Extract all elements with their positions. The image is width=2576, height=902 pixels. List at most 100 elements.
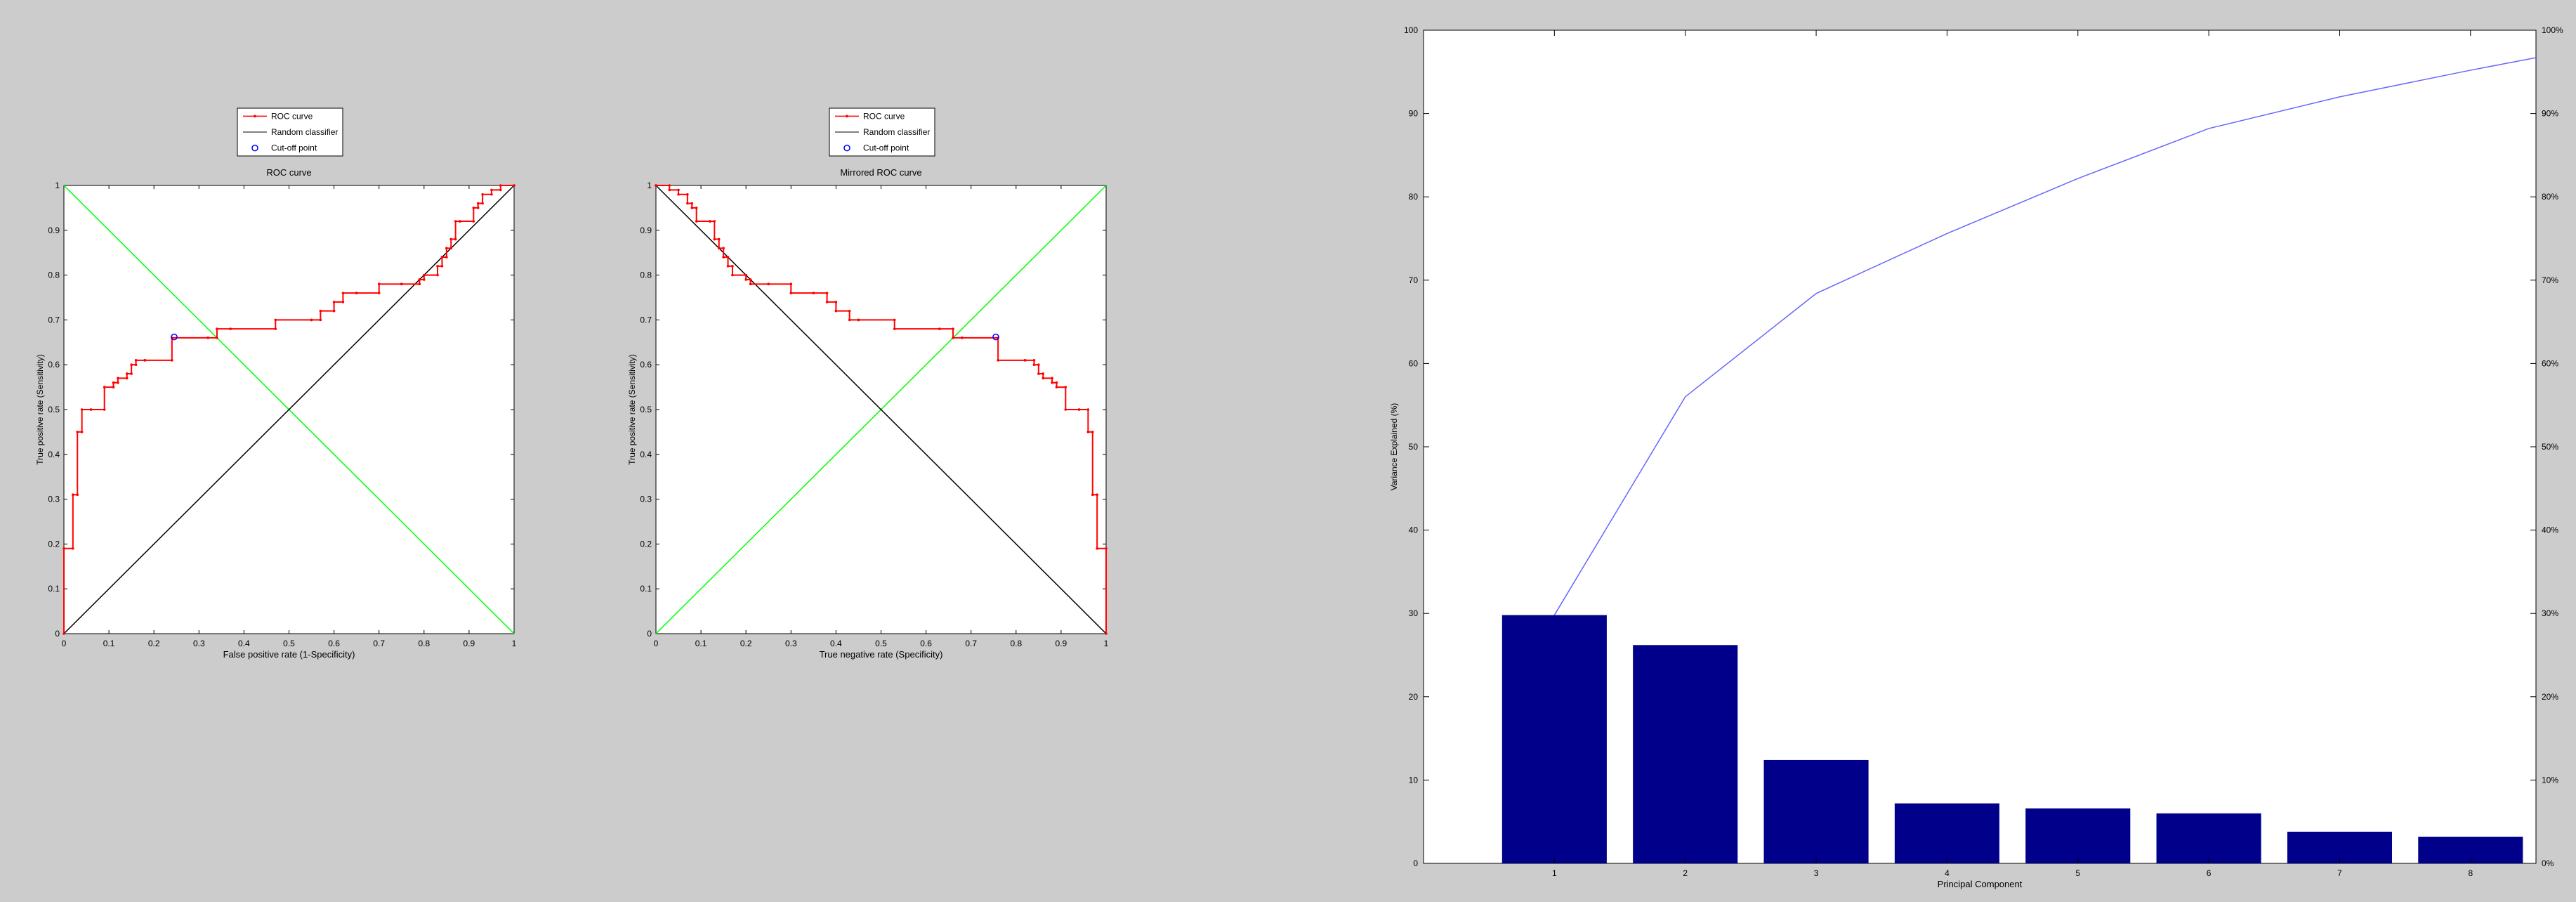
roc-curve-point — [418, 282, 421, 286]
roc-curve-point — [449, 247, 453, 250]
roc-curve-point — [961, 336, 964, 339]
y-tick-label-right: 50% — [2542, 442, 2558, 452]
roc-curve-point — [834, 309, 838, 313]
roc-curve-point — [436, 273, 439, 277]
roc-curve-point — [143, 359, 147, 362]
roc-curve-point — [423, 278, 426, 281]
roc-curve-point — [112, 381, 115, 384]
roc-curve-point — [1037, 363, 1040, 366]
roc-curve-point — [72, 493, 74, 497]
y-tick-label-right: 40% — [2542, 525, 2558, 535]
roc-curve-point — [695, 220, 698, 223]
y-tick-label-right: 70% — [2542, 275, 2558, 285]
y-tick-label: 0.3 — [640, 495, 652, 504]
legend-roc-marker — [846, 115, 848, 118]
y-tick-label: 1 — [55, 181, 60, 190]
roc-curve-point — [125, 377, 129, 380]
roc-curve-point — [440, 256, 444, 259]
roc-curve-point — [319, 318, 322, 322]
x-tick-label: 0.1 — [103, 639, 115, 648]
roc-curve-point — [1105, 547, 1108, 550]
roc-curve-point — [377, 282, 381, 286]
legend-label: Random classifier — [863, 127, 930, 137]
roc-curve-point — [481, 192, 484, 196]
roc-curve-point — [130, 363, 133, 366]
roc-curve-point — [1086, 431, 1090, 433]
roc-curve-point — [695, 207, 698, 209]
roc-curve-point — [1037, 372, 1040, 375]
y-tick-label-right: 10% — [2542, 775, 2558, 785]
y-axis-label: True positive rate (Sensitivity) — [627, 354, 637, 465]
roc-curve-point — [1086, 408, 1090, 411]
roc-curve-point — [655, 184, 657, 187]
roc-curve-point — [103, 408, 106, 411]
x-tick-label: 0.8 — [1010, 639, 1022, 648]
roc-curve-point — [731, 273, 734, 277]
roc-curve-point — [834, 301, 838, 303]
x-tick-label: 0.8 — [418, 639, 430, 648]
roc-curve-point — [319, 309, 322, 313]
roc-curve-point — [216, 327, 218, 330]
roc-curve-point — [726, 265, 730, 268]
roc-curve-point — [1041, 377, 1045, 380]
x-tick-label: 3 — [1814, 868, 1819, 878]
y-tick-label: 50 — [1409, 442, 1419, 452]
roc-curve-point — [216, 336, 218, 339]
x-tick-label: 5 — [2075, 868, 2080, 878]
roc-curve-point — [789, 292, 793, 294]
roc-curve-point — [1091, 493, 1094, 497]
y-tick-label-right: 100% — [2542, 25, 2563, 35]
roc-curve-point — [1064, 386, 1067, 388]
roc-curve-point — [1032, 363, 1036, 366]
roc-curve-point — [1023, 359, 1027, 362]
x-tick-label: 1 — [512, 639, 517, 648]
y-tick-label: 40 — [1409, 525, 1419, 535]
x-tick-label: 1 — [1104, 639, 1109, 648]
roc-curve-point — [952, 336, 954, 339]
x-tick-label: 0.6 — [328, 639, 340, 648]
legend: ROC curve Random classifier Cut-off point — [237, 107, 343, 157]
x-axis-label: True negative rate (Specificity) — [820, 649, 943, 660]
y-tick-label: 0.7 — [48, 315, 60, 325]
roc-curve-point — [513, 184, 515, 187]
roc-curve-point — [454, 220, 457, 223]
legend: ROC curve Random classifier Cut-off point — [829, 107, 935, 157]
roc-curve-point — [1041, 372, 1045, 375]
x-tick-label: 0.9 — [464, 639, 475, 648]
roc-curve-point — [332, 301, 336, 303]
x-tick-label: 0 — [62, 639, 67, 648]
pareto-chart-panel: 0 0% 10 10% 20 20% 30 30% 40 40% 50 50% 60 60% 70 70% 80… — [1389, 25, 2563, 889]
roc-curve-point — [767, 282, 770, 286]
roc-curve-point — [476, 207, 480, 209]
roc-curve-point — [677, 188, 680, 192]
y-tick-label-right: 90% — [2542, 109, 2558, 119]
roc-curve-point — [690, 207, 694, 209]
roc-curve-point — [476, 202, 480, 205]
y-tick-label: 0.8 — [640, 270, 652, 280]
x-tick-label: 0 — [654, 639, 659, 648]
roc-curve-point — [1051, 381, 1053, 384]
roc-curve-point — [440, 265, 444, 268]
x-tick-label: 0.4 — [830, 639, 842, 648]
roc-curve-point — [454, 237, 457, 241]
x-tick-label: 0.5 — [283, 639, 295, 648]
x-tick-label: 0.6 — [920, 639, 932, 648]
y-tick-label: 0 — [55, 629, 60, 639]
roc-curve-point — [717, 247, 721, 250]
y-tick-label-right: 80% — [2542, 192, 2558, 202]
x-tick-label: 0.5 — [875, 639, 887, 648]
roc-curve-point — [76, 493, 79, 497]
y-tick-label: 0 — [647, 629, 652, 639]
x-tick-label: 4 — [1945, 868, 1950, 878]
x-tick-label: 6 — [2207, 868, 2212, 878]
x-tick-label: 0.2 — [148, 639, 160, 648]
y-tick-label: 0.4 — [48, 450, 60, 459]
legend-label: ROC curve — [271, 111, 313, 121]
y-tick-label: 0.2 — [640, 539, 652, 549]
roc-curve-point — [117, 381, 119, 384]
roc-curve-point — [134, 363, 138, 366]
roc-curve-point — [206, 336, 209, 339]
roc-curve-point — [117, 377, 119, 380]
roc-curve-point — [709, 220, 711, 223]
x-tick-label: 2 — [1683, 868, 1688, 878]
